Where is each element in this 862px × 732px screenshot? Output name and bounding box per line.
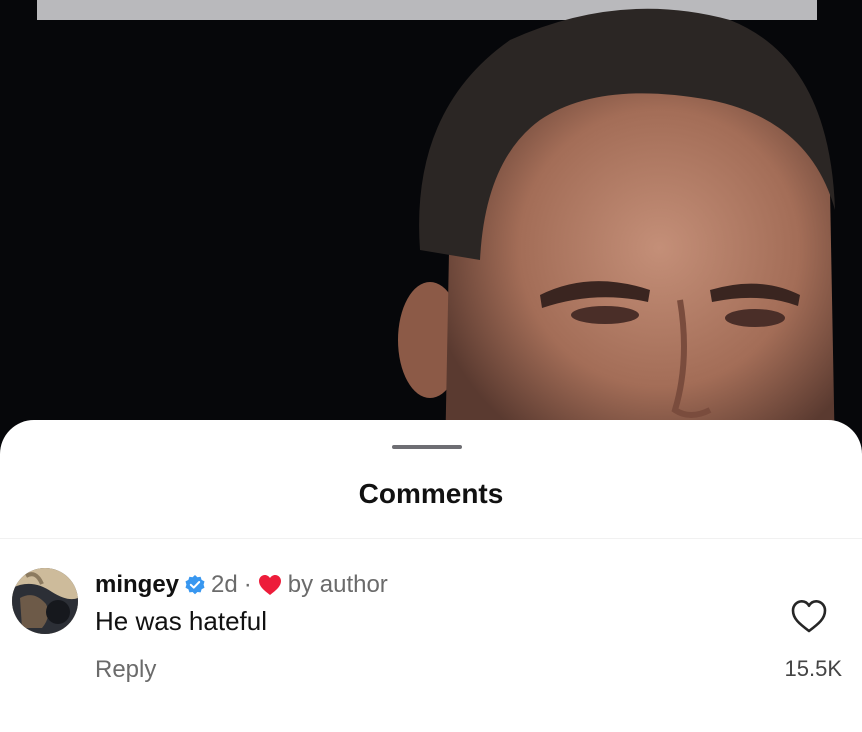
like-count: 15.5K — [784, 656, 843, 681]
verified-badge-icon — [185, 575, 205, 595]
comment-username[interactable]: mingey — [95, 571, 179, 599]
post-media[interactable] — [0, 0, 862, 460]
heart-filled-icon — [258, 575, 281, 595]
reply-button[interactable]: Reply — [95, 656, 156, 684]
heart-outline-icon[interactable] — [790, 598, 828, 634]
sheet-title: Comments — [358, 478, 504, 509]
comments-sheet: Comments mingey 2d · by author He was ha… — [0, 420, 862, 732]
avatar[interactable] — [12, 568, 78, 634]
header-divider — [0, 538, 862, 539]
liked-by-author-label: by author — [287, 571, 388, 598]
man-portrait-image — [398, 8, 835, 460]
comment-age: 2d — [211, 571, 238, 598]
meta-separator: · — [243, 571, 252, 598]
sheet-drag-handle[interactable] — [392, 445, 462, 449]
comment-text: He was hateful — [95, 606, 267, 636]
avatar-image — [12, 568, 78, 634]
comment-meta: mingey 2d · by author — [95, 570, 388, 600]
